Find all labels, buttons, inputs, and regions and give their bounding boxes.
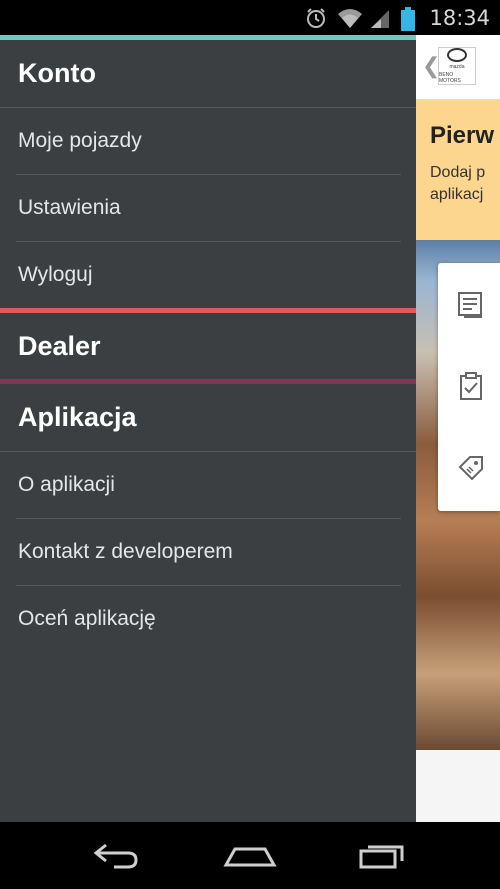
battery-icon <box>401 6 416 31</box>
menu-item-label: Ustawienia <box>18 196 121 219</box>
document-icon[interactable] <box>456 289 486 319</box>
navigation-drawer: Konto Moje pojazdy Ustawienia Wyloguj De… <box>0 35 416 822</box>
bottom-strip <box>416 750 500 822</box>
status-bar: 18:34 <box>0 0 500 35</box>
menu-item-label: Oceń aplikację <box>18 607 156 630</box>
menu-item-ustawienia[interactable]: Ustawienia <box>0 175 416 241</box>
logo-mark <box>447 48 467 62</box>
alarm-icon <box>305 7 327 29</box>
tag-icon[interactable] <box>456 453 486 483</box>
wifi-icon <box>337 7 363 29</box>
menu-item-o-aplikacji[interactable]: O aplikacji <box>0 452 416 518</box>
logo-text: mazda <box>449 64 465 70</box>
section-title-dealer: Dealer <box>18 330 101 361</box>
menu-item-label: O aplikacji <box>18 473 115 496</box>
home-icon[interactable] <box>220 836 280 876</box>
recent-apps-icon[interactable] <box>353 836 413 876</box>
section-title-konto: Konto <box>18 58 96 88</box>
section-header-aplikacja: Aplikacja <box>0 384 416 451</box>
status-time: 18:34 <box>429 5 490 30</box>
menu-item-label: Wyloguj <box>18 263 93 286</box>
promo-line-2: aplikacj <box>430 186 484 203</box>
back-icon[interactable] <box>87 836 147 876</box>
section-header-konto: Konto <box>0 40 416 107</box>
mazda-logo[interactable]: mazda BENO MOTORS <box>438 47 476 85</box>
clipboard-check-icon[interactable] <box>456 371 486 401</box>
menu-item-label: Moje pojazdy <box>18 129 142 152</box>
section-title-aplikacja: Aplikacja <box>18 402 137 432</box>
app-header: ❮ mazda BENO MOTORS <box>416 35 500 100</box>
menu-item-kontakt-z-developerem[interactable]: Kontakt z developerem <box>0 519 416 585</box>
promo-title: Pierw <box>430 122 495 149</box>
cell-signal-icon <box>369 7 391 29</box>
promo-line-1: Dodaj p <box>430 164 486 181</box>
logo-subtext: BENO MOTORS <box>439 72 461 84</box>
menu-item-ocen-aplikacje[interactable]: Oceń aplikację <box>0 586 416 652</box>
quick-actions-card <box>438 263 500 511</box>
promo-banner[interactable]: Pierw Dodaj p aplikacj <box>416 100 500 240</box>
menu-item-moje-pojazdy[interactable]: Moje pojazdy <box>0 108 416 174</box>
menu-item-label: Kontakt z developerem <box>18 540 233 563</box>
section-header-dealer[interactable]: Dealer <box>0 313 416 379</box>
system-nav-bar <box>0 822 500 889</box>
menu-item-wyloguj[interactable]: Wyloguj <box>0 242 416 308</box>
